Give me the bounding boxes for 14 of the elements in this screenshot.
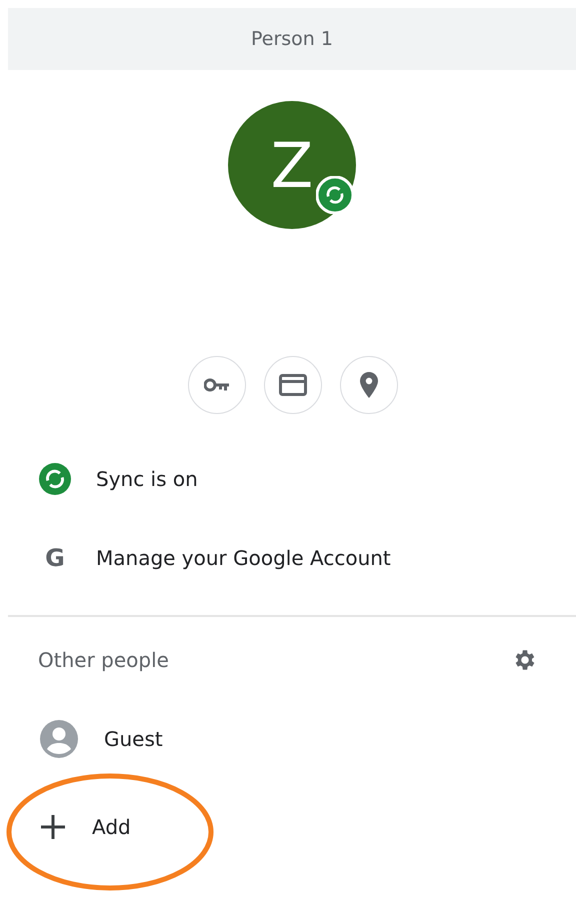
profile-item[interactable]: Guest [104, 727, 163, 751]
google-g-icon: G [38, 544, 72, 572]
card-icon [279, 374, 307, 396]
sync-icon [38, 462, 72, 496]
key-icon [204, 378, 230, 392]
menu-item[interactable]: Sync is on [96, 466, 198, 490]
avatar-initial: Z [270, 128, 314, 202]
menu-item[interactable]: Manage your Google Account [96, 546, 391, 570]
section-heading: Other people [38, 648, 169, 672]
plus-icon [40, 814, 66, 840]
profile-title: Person 1 [251, 28, 333, 50]
location-pin-icon [360, 372, 378, 398]
profile-item[interactable]: Add [92, 815, 131, 839]
person-icon [40, 720, 78, 758]
